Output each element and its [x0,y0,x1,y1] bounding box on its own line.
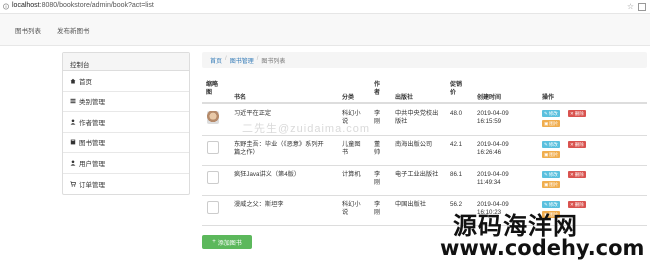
book-icon [70,139,76,145]
book-publisher: 南海出版公司 [395,141,433,148]
bookmark-star-icon[interactable]: ☆ [627,2,634,11]
close-icon: ✕ [570,172,574,177]
book-name: 东野圭吾：毕业（《恶意》系列开 篇之作） [234,141,324,156]
book-category: 儿童图书 [342,141,361,156]
sidebar-item-label: 订单管理 [79,181,105,189]
header-price: 促销价 [450,82,463,96]
user-icon [70,119,76,125]
sidebar-item-home[interactable]: 首页 [63,71,189,92]
sidebar-title: 控制台 [63,53,189,71]
sidebar-item-label: 类别管理 [79,99,105,107]
sidebar-item-book[interactable]: 图书管理 [63,133,189,153]
image-icon: ▣ [544,152,549,157]
breadcrumb-section[interactable]: 图书管理 [230,56,254,65]
delete-button[interactable]: ✕ 删除 [568,141,586,148]
book-category: 计算机 [342,171,361,178]
close-icon: ✕ [570,111,574,116]
plus-icon: + [212,239,216,245]
breadcrumb: 首页 / 图书管理 / 图书列表 [202,52,647,68]
picture-button[interactable]: ▣ 图片 [542,181,561,188]
sidebar-item-label: 图书管理 [79,140,105,148]
edit-button[interactable]: ✎ 修改 [542,110,560,117]
list-icon [70,99,76,104]
delete-button[interactable]: ✕ 删除 [568,110,586,117]
broken-image-icon [207,201,219,214]
sidebar-item-label: 首页 [79,78,92,86]
sidebar-item-user[interactable]: 用户管理 [63,153,189,174]
book-author: 董帅 [374,141,381,156]
book-publisher: 中共中央党校出 版社 [395,110,439,125]
book-price: 86.1 [450,171,463,178]
book-publisher: 中国出版社 [395,201,426,208]
book-created: 2019-04-09 16:26:46 [477,141,509,156]
header-name: 书名 [234,95,247,101]
edit-icon: ✎ [544,142,548,147]
broken-image-icon [207,171,219,184]
header-publisher: 出版社 [395,95,414,101]
add-book-button[interactable]: + 添加图书 [202,235,252,249]
extension-icon[interactable] [638,2,646,11]
close-icon: ✕ [570,142,574,147]
header-ops: 操作 [542,95,555,101]
header-author: 作者 [374,82,381,96]
cart-icon [70,181,76,187]
breadcrumb-separator: / [256,56,259,62]
book-category: 科幻小说 [342,201,361,216]
book-created: 2019-04-09 16:15:59 [477,110,509,125]
table-row: 疯狂Java讲义（第4版） 计算机 李刚 电子工业出版社 86.1 2019-0… [202,166,647,196]
picture-button[interactable]: ▣ 图片 [542,151,561,158]
book-name: 漫威之父：斯坦李 [234,201,284,208]
sidebar-item-label: 用户管理 [79,160,105,168]
book-publisher: 电子工业出版社 [395,171,439,178]
header-created: 创建时间 [477,95,502,101]
book-created: 2019-04-09 11:49:34 [477,171,509,186]
browser-address-bar[interactable]: localhost:8080/bookstore/admin/book?act=… [0,0,650,14]
book-price: 48.0 [450,110,463,117]
image-icon: ▣ [544,121,549,126]
delete-button[interactable]: ✕ 删除 [568,171,586,178]
edit-button[interactable]: ✎ 修改 [542,171,560,178]
edit-icon: ✎ [544,111,548,116]
book-price: 42.1 [450,141,463,148]
broken-image-icon [207,141,219,154]
book-author: 李刚 [374,110,381,125]
user-icon [70,160,76,166]
breadcrumb-home[interactable]: 首页 [210,56,222,65]
header-thumb: 缩略图 [206,82,219,96]
book-author: 李刚 [374,201,381,216]
breadcrumb-current: 图书列表 [261,59,286,65]
sidebar-item-author[interactable]: 作者管理 [63,112,189,133]
header-category: 分类 [342,95,355,101]
sidebar-item-label: 作者管理 [79,119,105,127]
table-row: 东野圭吾：毕业（《恶意》系列开 篇之作） 儿童图书 董帅 南海出版公司 42.1 … [202,136,647,166]
url-text: localhost:8080/bookstore/admin/book?act=… [12,2,154,9]
home-icon [70,78,76,84]
nav-publish-book[interactable]: 发布新图书 [57,25,90,35]
sidebar-item-order[interactable]: 订单管理 [63,174,189,195]
edit-button[interactable]: ✎ 修改 [542,141,560,148]
watermark-url: www.codehy.com [440,236,645,260]
book-author: 李刚 [374,171,381,186]
picture-button[interactable]: ▣ 图片 [542,120,561,127]
sidebar-item-category[interactable]: 类别管理 [63,92,189,112]
book-thumbnail [207,111,219,124]
sidebar: 控制台 首页 类别管理 作者管理 图书管理 用户管理 订单管理 [62,52,190,195]
info-icon [3,3,9,10]
edit-icon: ✎ [544,172,548,177]
breadcrumb-separator: / [225,56,227,62]
book-name: 习近平在正定 [234,110,272,117]
top-navbar: 图书列表 发布新图书 [0,14,650,46]
table-header-row: 缩略图 书名 分类 作者 出版社 促销价 创建时间 操作 [202,76,647,104]
nav-book-list[interactable]: 图书列表 [15,25,41,35]
book-name: 疯狂Java讲义（第4版） [234,171,301,178]
table-row: 漫威之父：斯坦李 科幻小说 李刚 中国出版社 56.2 2019-04-09 16… [202,196,647,226]
image-icon: ▣ [544,182,549,187]
watermark-text: 二先生@zuidaima.com [242,123,371,135]
